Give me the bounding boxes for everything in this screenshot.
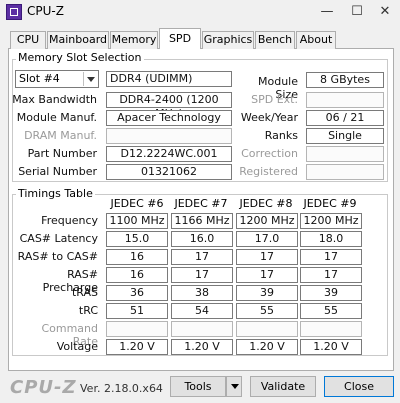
tools-button[interactable]: Tools	[170, 376, 226, 397]
timings-col-header: JEDEC #7	[174, 197, 228, 210]
tab-about[interactable]: About	[296, 31, 336, 49]
max-bandwidth-field: DDR4-2400 (1200 MHz)	[106, 92, 232, 120]
timing-cell: 16.0	[171, 231, 233, 247]
ranks-label: Ranks	[264, 129, 298, 142]
timing-cell	[300, 321, 362, 337]
slot-select[interactable]: Slot #4	[15, 70, 99, 88]
correction-label: Correction	[241, 147, 298, 160]
timing-cell: 39	[300, 285, 362, 301]
timing-cell	[171, 321, 233, 337]
timings-col-header: JEDEC #9	[303, 197, 357, 210]
timing-cell: 17.0	[236, 231, 298, 247]
spd-ext-label: SPD Ext.	[251, 93, 298, 106]
validate-button[interactable]: Validate	[250, 376, 316, 397]
module-size-field: 8 GBytes	[306, 72, 384, 88]
caret-down-icon	[231, 384, 239, 389]
timing-cell: 1166 MHz	[171, 213, 233, 229]
timing-cell: 1200 MHz	[236, 213, 298, 229]
window-title: CPU-Z	[27, 4, 64, 18]
timings-col-header: JEDEC #8	[239, 197, 293, 210]
week-year-field: 06 / 21	[306, 110, 384, 126]
timing-row-label: RAS# to CAS#	[17, 250, 98, 263]
tab-bench[interactable]: Bench	[255, 31, 295, 49]
timing-cell: 55	[236, 303, 298, 319]
registered-label: Registered	[239, 165, 298, 178]
timing-cell: 17	[300, 267, 362, 283]
timing-cell: 51	[106, 303, 168, 319]
tab-memory[interactable]: Memory	[110, 31, 158, 49]
timing-row-label: Voltage	[56, 340, 98, 353]
timing-cell: 15.0	[106, 231, 168, 247]
timing-cell: 16	[106, 249, 168, 265]
timing-cell	[236, 321, 298, 337]
timing-cell: 54	[171, 303, 233, 319]
memory-slot-group-title: Memory Slot Selection	[16, 51, 144, 64]
chevron-down-icon[interactable]	[83, 72, 97, 86]
timing-cell: 55	[300, 303, 362, 319]
memory-type-field: DDR4 (UDIMM)	[106, 71, 232, 87]
timing-cell: 17	[236, 249, 298, 265]
title-bar: CPU-Z — ☐ ✕	[0, 0, 400, 24]
timing-cell: 16	[106, 267, 168, 283]
dram-manuf-field	[106, 128, 232, 144]
close-button[interactable]: Close	[324, 376, 394, 397]
timing-cell: 1.20 V	[171, 339, 233, 355]
serial-number-label: Serial Number	[18, 165, 97, 178]
timing-cell: 1200 MHz	[300, 213, 362, 229]
timing-cell: 17	[236, 267, 298, 283]
tab-graphics[interactable]: Graphics	[202, 31, 254, 49]
tab-mainboard[interactable]: Mainboard	[47, 31, 109, 49]
cpuz-app-icon	[6, 4, 22, 20]
timing-cell: 18.0	[300, 231, 362, 247]
version-label: Ver. 2.18.0.x64	[80, 382, 163, 395]
timing-cell: 36	[106, 285, 168, 301]
dram-manuf-label: DRAM Manuf.	[24, 129, 97, 142]
tab-spd[interactable]: SPD	[159, 28, 201, 49]
timing-cell: 17	[171, 267, 233, 283]
timing-cell: 17	[171, 249, 233, 265]
registered-field	[306, 164, 384, 180]
part-number-label: Part Number	[27, 147, 97, 160]
maximize-button[interactable]: ☐	[346, 4, 368, 20]
timings-group-title: Timings Table	[16, 187, 95, 200]
slot-select-value: Slot #4	[19, 72, 60, 85]
timing-cell: 39	[236, 285, 298, 301]
timing-row-label: Frequency	[41, 214, 98, 227]
timing-cell: 17	[300, 249, 362, 265]
tools-dropdown-button[interactable]	[226, 376, 242, 397]
cpuz-brand-logo: CPU-Z	[10, 377, 77, 398]
part-number-field: D12.2224WC.001	[106, 146, 232, 162]
timing-row-label: tRC	[78, 304, 98, 317]
max-bandwidth-label: Max Bandwidth	[12, 93, 97, 106]
timing-cell: 1.20 V	[106, 339, 168, 355]
spd-ext-field	[306, 92, 384, 108]
timing-row-label: tRAS	[71, 286, 98, 299]
close-window-button[interactable]: ✕	[374, 4, 396, 20]
timing-row-label: CAS# Latency	[19, 232, 98, 245]
module-manuf-field: Apacer Technology	[106, 110, 232, 126]
module-manuf-label: Module Manuf.	[16, 111, 97, 124]
ranks-field: Single	[306, 128, 384, 144]
week-year-label: Week/Year	[240, 111, 298, 124]
timing-cell	[106, 321, 168, 337]
timing-cell: 1.20 V	[300, 339, 362, 355]
minimize-button[interactable]: —	[316, 4, 338, 20]
timings-col-header: JEDEC #6	[110, 197, 164, 210]
timing-cell: 38	[171, 285, 233, 301]
serial-number-field: 01321062	[106, 164, 232, 180]
tab-cpu[interactable]: CPU	[10, 31, 46, 49]
timing-cell: 1100 MHz	[106, 213, 168, 229]
correction-field	[306, 146, 384, 162]
timing-cell: 1.20 V	[236, 339, 298, 355]
